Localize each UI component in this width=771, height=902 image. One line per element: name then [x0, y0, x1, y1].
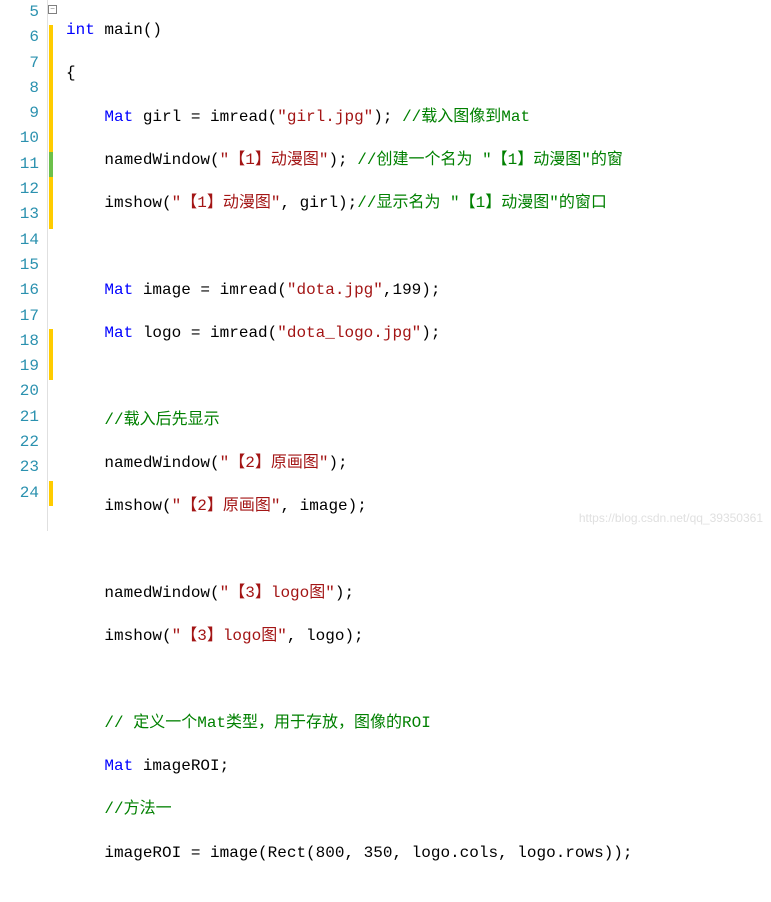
line-number: 11	[0, 152, 39, 177]
line-number: 13	[0, 202, 39, 227]
line-number: 24	[0, 481, 39, 506]
line-number: 23	[0, 455, 39, 480]
code-line: imshow("【1】动漫图", girl);//显示名为 "【1】动漫图"的窗…	[66, 191, 771, 216]
line-number: 7	[0, 51, 39, 76]
line-number: 14	[0, 228, 39, 253]
code-line: {	[66, 61, 771, 86]
line-number: 21	[0, 405, 39, 430]
code-line	[66, 234, 771, 259]
line-number: 6	[0, 25, 39, 50]
code-line: imshow("【3】logo图", logo);	[66, 624, 771, 649]
line-number: 8	[0, 76, 39, 101]
line-number: 15	[0, 253, 39, 278]
line-number: 16	[0, 278, 39, 303]
line-number: 22	[0, 430, 39, 455]
line-number: 17	[0, 304, 39, 329]
code-line: namedWindow("【3】logo图");	[66, 581, 771, 606]
line-number: 12	[0, 177, 39, 202]
code-line	[66, 364, 771, 389]
code-line: namedWindow("【2】原画图");	[66, 451, 771, 476]
line-number: 18	[0, 329, 39, 354]
code-editor[interactable]: int main() { Mat girl = imread("girl.jpg…	[48, 0, 771, 531]
code-line: //方法一	[66, 797, 771, 822]
code-line: namedWindow("【1】动漫图"); //创建一个名为 "【1】动漫图"…	[66, 148, 771, 173]
watermark-text: https://blog.csdn.net/qq_39350361	[579, 511, 763, 525]
code-line: Mat girl = imread("girl.jpg"); //载入图像到Ma…	[66, 105, 771, 130]
line-number: 5	[0, 0, 39, 25]
code-line	[66, 667, 771, 692]
code-line: imageROI = image(Rect(800, 350, logo.col…	[66, 841, 771, 866]
code-line: Mat image = imread("dota.jpg",199);	[66, 278, 771, 303]
code-line: int main()	[66, 18, 771, 43]
line-number-gutter: 5 6 7 8 9 10 11 12 13 14 15 16 17 18 19 …	[0, 0, 48, 531]
code-line: // 定义一个Mat类型，用于存放，图像的ROI	[66, 711, 771, 736]
line-number: 20	[0, 379, 39, 404]
line-number: 19	[0, 354, 39, 379]
code-line: Mat imageROI;	[66, 754, 771, 779]
code-line: Mat logo = imread("dota_logo.jpg");	[66, 321, 771, 346]
line-number: 9	[0, 101, 39, 126]
code-line: //载入后先显示	[66, 408, 771, 433]
code-line	[66, 538, 771, 563]
line-number: 10	[0, 126, 39, 151]
